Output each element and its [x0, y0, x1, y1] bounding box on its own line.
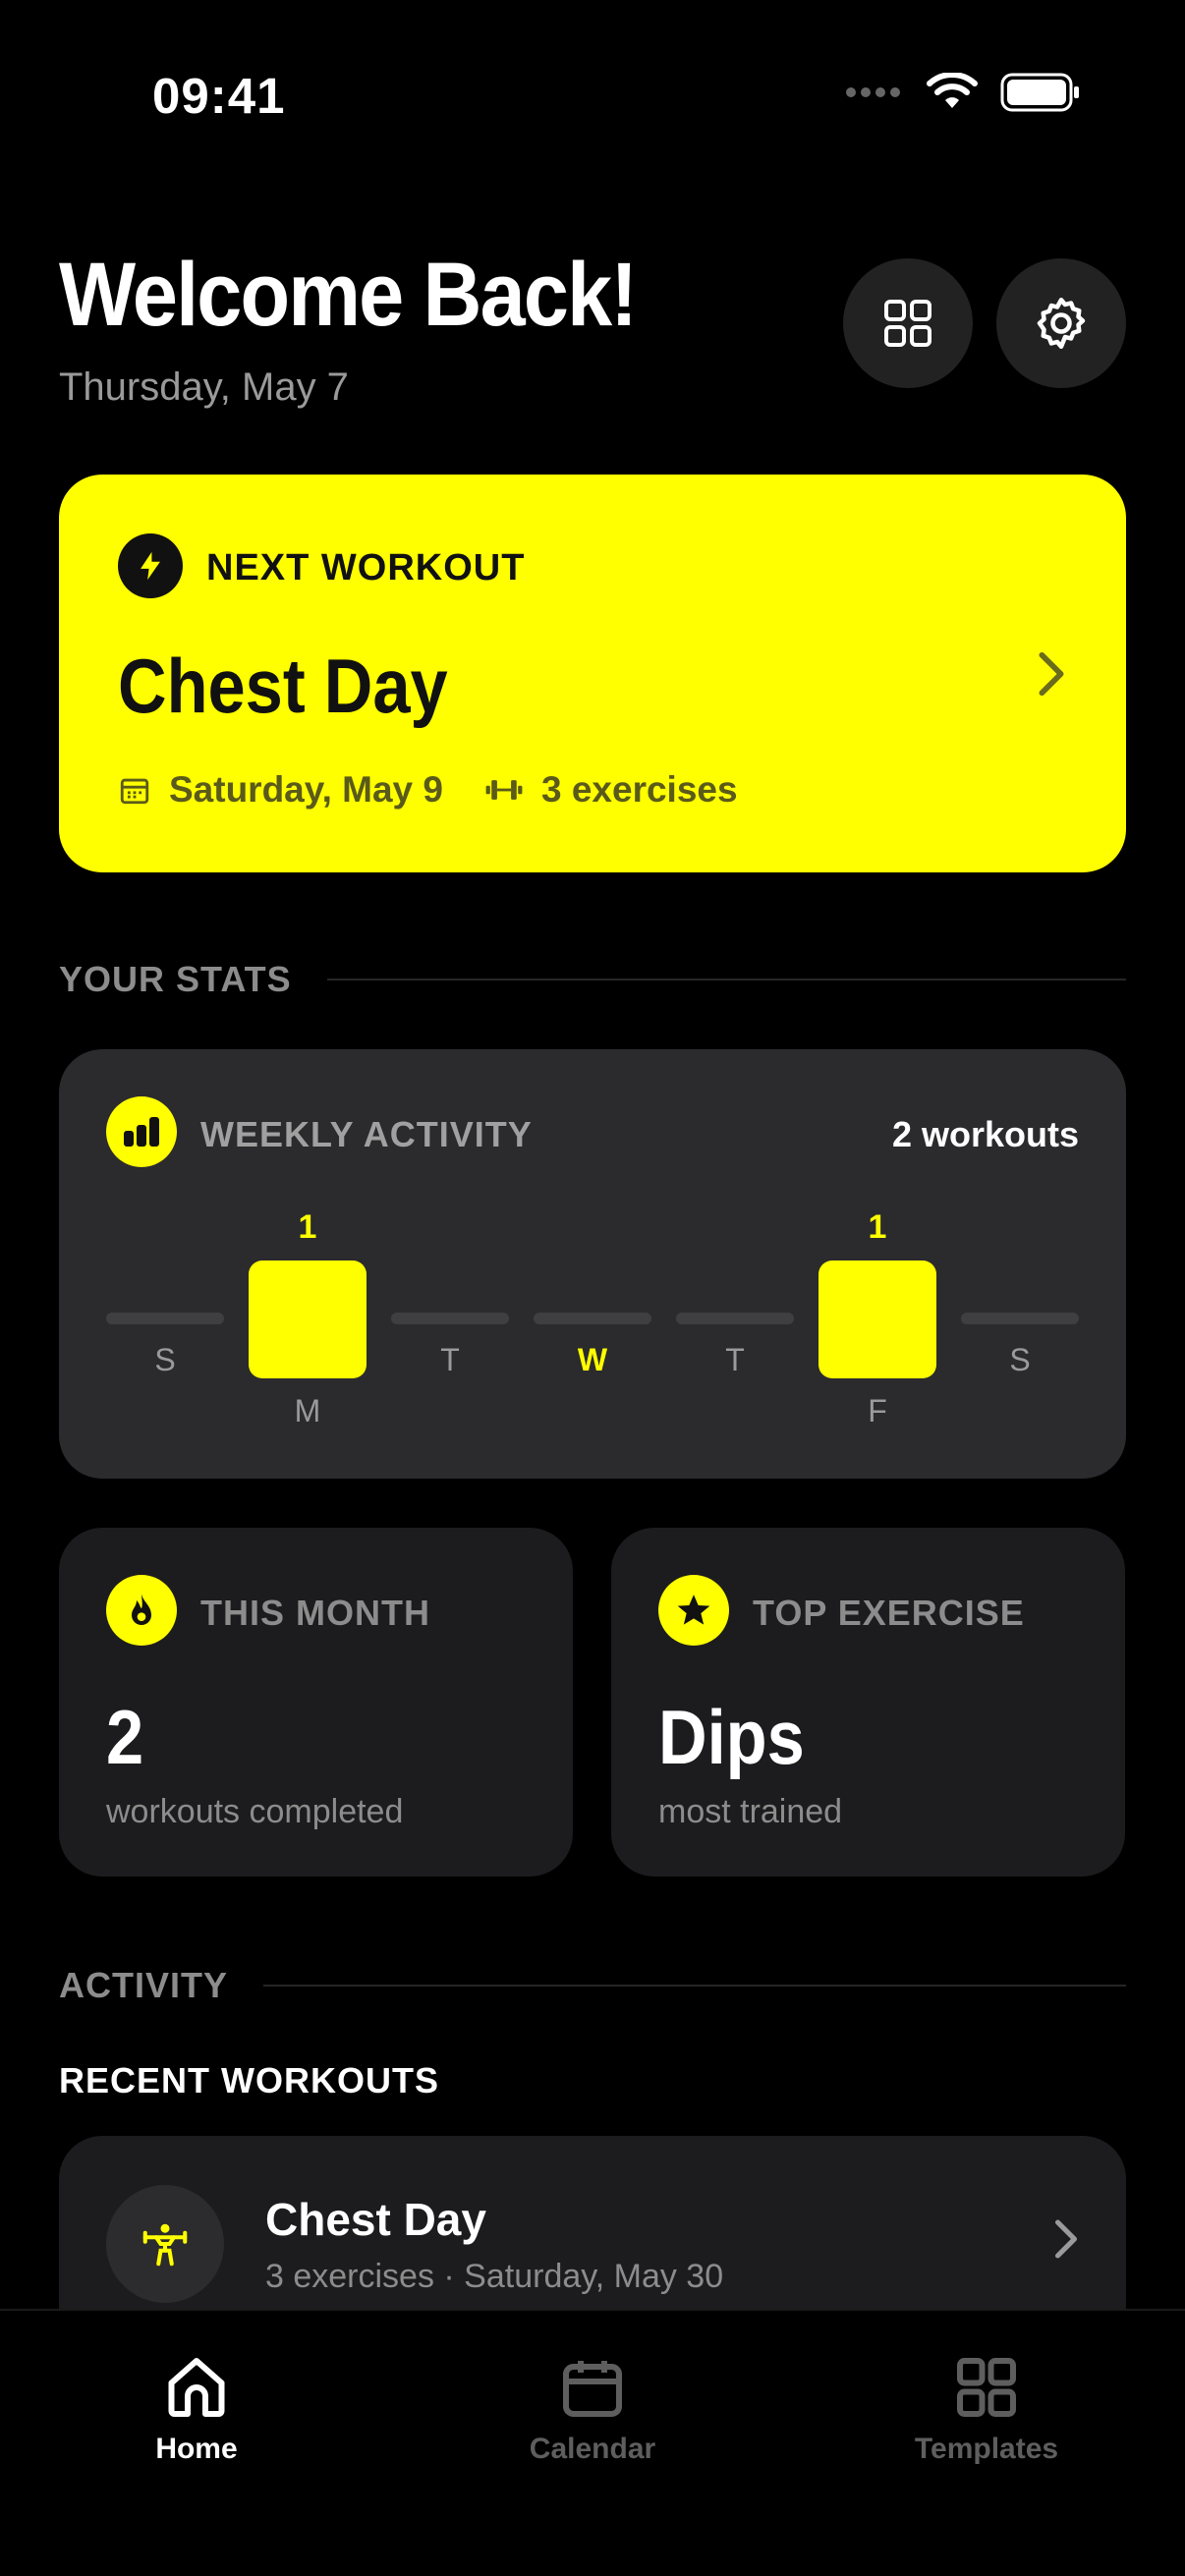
- next-workout-date: Saturday, May 9: [169, 769, 443, 810]
- next-workout-meta: Saturday, May 9 3 exercises: [118, 769, 779, 811]
- next-workout-exercises: 3 exercises: [540, 769, 738, 810]
- top-exercise-label: TOP EXERCISE: [753, 1593, 1025, 1633]
- status-icons: [845, 73, 1081, 112]
- next-workout-label: NEXT WORKOUT: [206, 547, 526, 588]
- day-label: T: [725, 1342, 745, 1377]
- day-bar: [249, 1260, 367, 1378]
- this-month-card: THIS MONTH 2 workouts completed: [59, 1528, 573, 1876]
- top-exercise-value: Dips: [658, 1694, 805, 1780]
- tab-bar: Home Calendar Templates: [0, 2309, 1185, 2576]
- chevron-right-icon: [1054, 2219, 1078, 2259]
- page-title: Welcome Back!: [59, 245, 638, 345]
- tab-home[interactable]: Home: [79, 2352, 314, 2466]
- day-bar: [534, 1313, 651, 1324]
- calendar-icon: [120, 778, 149, 805]
- activity-section-header: ACTIVITY: [59, 1965, 1126, 2006]
- next-workout-title: Chest Day: [118, 643, 448, 729]
- divider: [263, 1985, 1126, 1987]
- recent-workouts-title: RECENT WORKOUTS: [59, 2060, 439, 2100]
- tab-calendar-label: Calendar: [529, 2433, 656, 2465]
- home-icon: [168, 2358, 225, 2417]
- day-bar: [676, 1313, 794, 1324]
- day-label: M: [294, 1393, 321, 1428]
- chevron-right-icon: [1039, 651, 1064, 697]
- weightlifter-icon: [106, 2185, 224, 2303]
- top-exercise-caption: most trained: [658, 1793, 843, 1830]
- this-month-caption: workouts completed: [106, 1793, 404, 1830]
- day-bar: [818, 1260, 936, 1378]
- tab-templates[interactable]: Templates: [869, 2352, 1104, 2466]
- grid-view-button[interactable]: [843, 258, 973, 388]
- battery-icon: [1000, 73, 1079, 112]
- day-label: S: [154, 1342, 176, 1377]
- divider: [326, 979, 1126, 980]
- bolt-icon: [118, 533, 183, 598]
- weekly-activity-card: WEEKLY ACTIVITY 2 workouts S 1 M T W T 1 F S: [59, 1049, 1126, 1479]
- flame-icon: [106, 1575, 177, 1646]
- day-bar: [106, 1313, 224, 1324]
- current-date: Thursday, May 7: [59, 365, 349, 409]
- gear-icon: [1037, 298, 1086, 349]
- weekly-workout-count: 2 workouts: [891, 1114, 1079, 1154]
- calendar-icon: [563, 2361, 622, 2417]
- grid-icon: [957, 2358, 1016, 2417]
- day-value: 1: [298, 1208, 317, 1246]
- bar-chart-icon: [106, 1096, 177, 1167]
- day-label: W: [577, 1342, 608, 1377]
- wifi-icon: [927, 73, 978, 108]
- day-value: 1: [868, 1208, 887, 1246]
- tab-templates-label: Templates: [914, 2433, 1059, 2465]
- tab-home-label: Home: [155, 2433, 238, 2465]
- weekly-activity-label: WEEKLY ACTIVITY: [200, 1114, 533, 1154]
- activity-section-title: ACTIVITY: [59, 1965, 229, 2005]
- day-label: S: [1009, 1342, 1031, 1377]
- dumbbell-icon: [485, 780, 523, 800]
- tab-calendar[interactable]: Calendar: [475, 2352, 710, 2466]
- recent-workout-meta: 3 exercises · Saturday, May 30: [265, 2258, 724, 2295]
- star-icon: [658, 1575, 729, 1646]
- settings-button[interactable]: [996, 258, 1126, 388]
- this-month-label: THIS MONTH: [200, 1593, 430, 1633]
- top-exercise-card: TOP EXERCISE Dips most trained: [611, 1528, 1125, 1876]
- stats-section-header: YOUR STATS: [59, 959, 1126, 1000]
- status-time: 09:41: [152, 68, 286, 124]
- day-bar: [391, 1313, 509, 1324]
- day-label: T: [440, 1342, 460, 1377]
- this-month-value: 2: [106, 1694, 144, 1780]
- next-workout-card[interactable]: NEXT WORKOUT Chest Day Saturday, May 9 3…: [59, 475, 1126, 872]
- recent-workout-title: Chest Day: [265, 2194, 486, 2245]
- day-label: F: [868, 1393, 887, 1428]
- day-bar: [961, 1313, 1079, 1324]
- signal-icon: [846, 87, 900, 97]
- stats-section-title: YOUR STATS: [59, 959, 292, 999]
- grid-icon: [884, 300, 931, 347]
